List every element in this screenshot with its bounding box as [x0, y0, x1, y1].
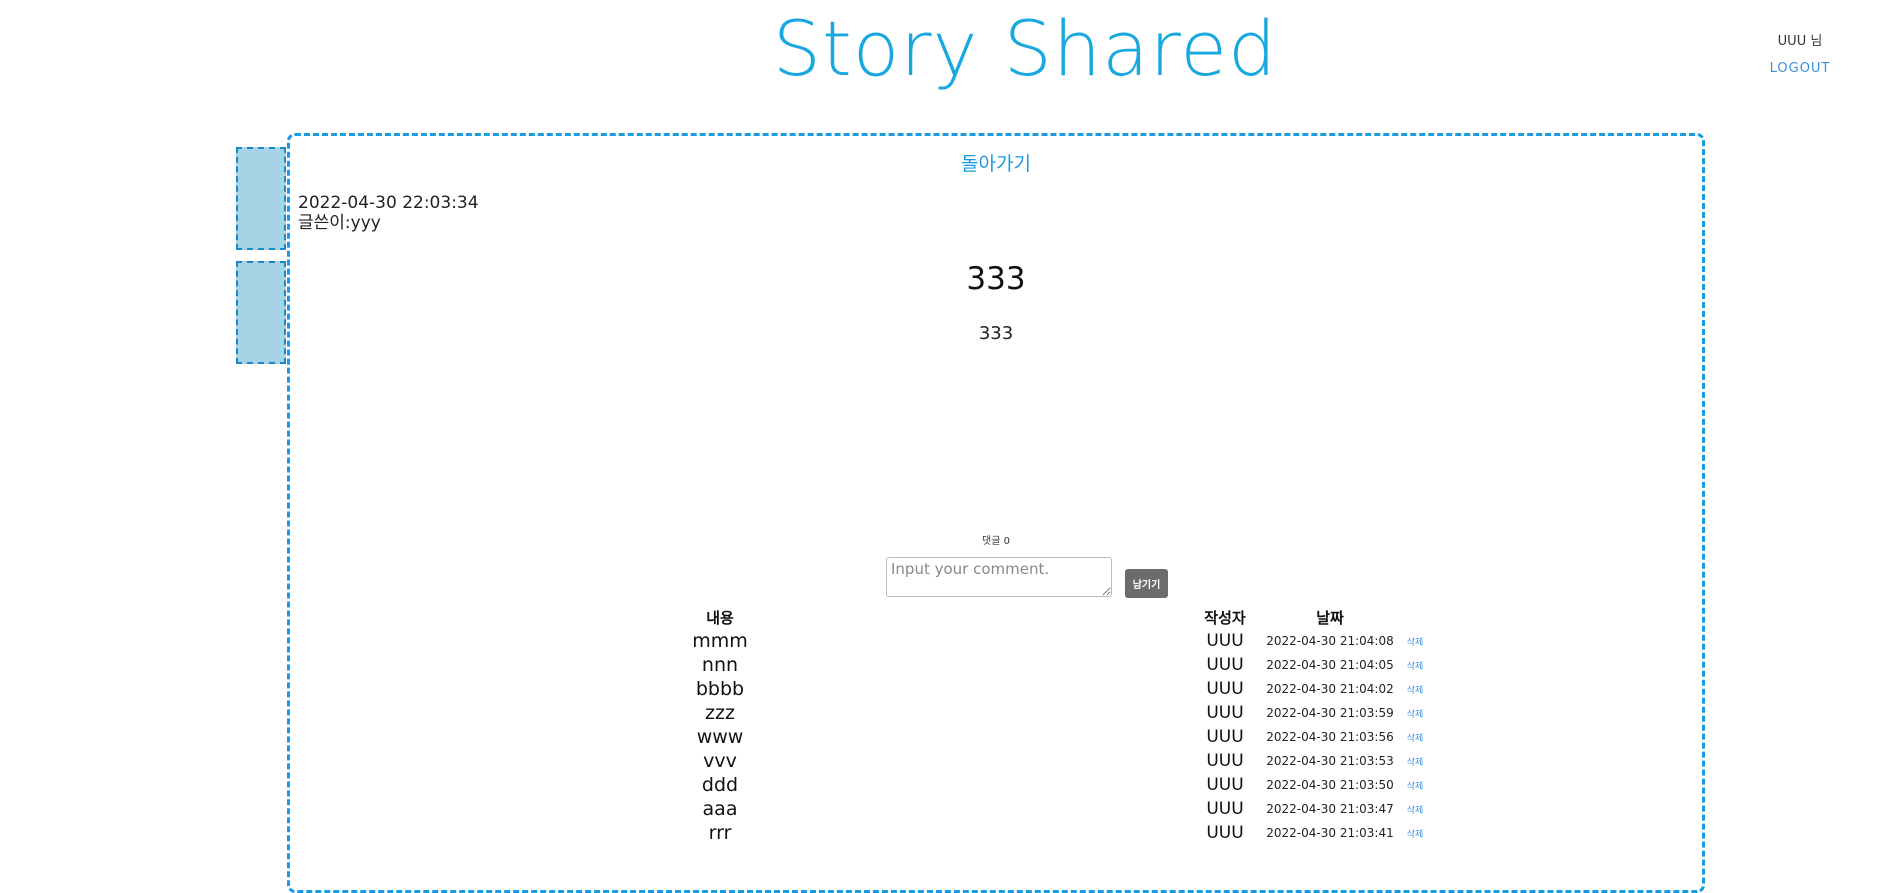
table-row: www UUU 2022-04-30 21:03:56 삭제 [560, 725, 1435, 749]
comment-content: aaa [702, 798, 738, 820]
comment-content: bbbb [695, 678, 745, 700]
back-link[interactable]: 돌아가기 [290, 149, 1702, 176]
comment-date: 2022-04-30 21:03:47 [1266, 802, 1394, 816]
comment-input[interactable] [886, 557, 1112, 597]
comment-writer: UUU [1206, 727, 1244, 747]
comment-date: 2022-04-30 21:04:08 [1266, 634, 1394, 648]
comment-date: 2022-04-30 21:03:59 [1266, 706, 1394, 720]
comment-date: 2022-04-30 21:04:02 [1266, 682, 1394, 696]
comment-writer: UUU [1206, 703, 1244, 723]
comment-writer: UUU [1206, 823, 1244, 843]
header-content: 내용 [706, 608, 734, 627]
comment-writer: UUU [1206, 655, 1244, 675]
table-row: vvv UUU 2022-04-30 21:03:53 삭제 [560, 749, 1435, 773]
comment-content: rrr [708, 822, 732, 844]
site-title: Story Shared [772, 4, 1278, 93]
table-row: nnn UUU 2022-04-30 21:04:05 삭제 [560, 653, 1435, 677]
comment-date: 2022-04-30 21:03:41 [1266, 826, 1394, 840]
comment-content: www [696, 726, 744, 748]
delete-comment-link[interactable]: 삭제 [1407, 710, 1424, 720]
table-row: mmm UUU 2022-04-30 21:04:08 삭제 [560, 629, 1435, 653]
table-row: bbbb UUU 2022-04-30 21:04:02 삭제 [560, 677, 1435, 701]
header-spacer [880, 605, 1185, 629]
post-datetime: 2022-04-30 22:03:34 [298, 193, 479, 213]
comment-table-header: 내용 작성자 날짜 [560, 605, 1435, 629]
delete-comment-link[interactable]: 삭제 [1407, 662, 1424, 672]
comment-date: 2022-04-30 21:03:53 [1266, 754, 1394, 768]
comment-content: nnn [701, 654, 739, 676]
side-tab-1[interactable] [236, 147, 286, 250]
user-name: UUU 님 [1777, 34, 1823, 49]
delete-comment-link[interactable]: 삭제 [1407, 782, 1424, 792]
comment-table: 내용 작성자 날짜 mmm UUU 2022-04-30 21:04:08 삭제… [560, 605, 1435, 845]
comment-writer: UUU [1206, 679, 1244, 699]
submit-comment-button[interactable]: 남기기 [1125, 569, 1168, 598]
delete-comment-link[interactable]: 삭제 [1407, 806, 1424, 816]
delete-comment-link[interactable]: 삭제 [1407, 686, 1424, 696]
comment-writer: UUU [1206, 775, 1244, 795]
comment-content: ddd [701, 774, 739, 796]
comment-writer: UUU [1206, 631, 1244, 651]
comment-writer: UUU [1206, 751, 1244, 771]
table-row: aaa UUU 2022-04-30 21:03:47 삭제 [560, 797, 1435, 821]
delete-comment-link[interactable]: 삭제 [1407, 758, 1424, 768]
table-row: rrr UUU 2022-04-30 21:03:41 삭제 [560, 821, 1435, 845]
comment-date: 2022-04-30 21:03:50 [1266, 778, 1394, 792]
post-title: 333 [966, 261, 1026, 297]
comment-writer: UUU [1206, 799, 1244, 819]
comment-date: 2022-04-30 21:03:56 [1266, 730, 1394, 744]
post-container: 돌아가기 2022-04-30 22:03:34 글쓴이:yyy 333 333… [287, 133, 1705, 893]
comment-content: mmm [692, 630, 748, 652]
header-date: 날짜 [1316, 608, 1344, 627]
delete-comment-link[interactable]: 삭제 [1407, 638, 1424, 648]
comment-content: vvv [703, 750, 737, 772]
table-row: ddd UUU 2022-04-30 21:03:50 삭제 [560, 773, 1435, 797]
post-author: 글쓴이:yyy [298, 213, 381, 233]
delete-comment-link[interactable]: 삭제 [1407, 734, 1424, 744]
side-tab-2[interactable] [236, 261, 286, 364]
comment-date: 2022-04-30 21:04:05 [1266, 658, 1394, 672]
post-meta: 2022-04-30 22:03:34 글쓴이:yyy [298, 193, 479, 233]
table-row: zzz UUU 2022-04-30 21:03:59 삭제 [560, 701, 1435, 725]
header-delete [1395, 605, 1435, 629]
post-body: 333 [978, 323, 1014, 344]
user-box: UUU 님 LOGOUT [1745, 30, 1855, 76]
comment-content: zzz [705, 702, 735, 724]
header-writer: 작성자 [1204, 608, 1246, 627]
logout-link[interactable]: LOGOUT [1745, 61, 1855, 76]
comment-count: 댓글 0 [982, 536, 1010, 547]
